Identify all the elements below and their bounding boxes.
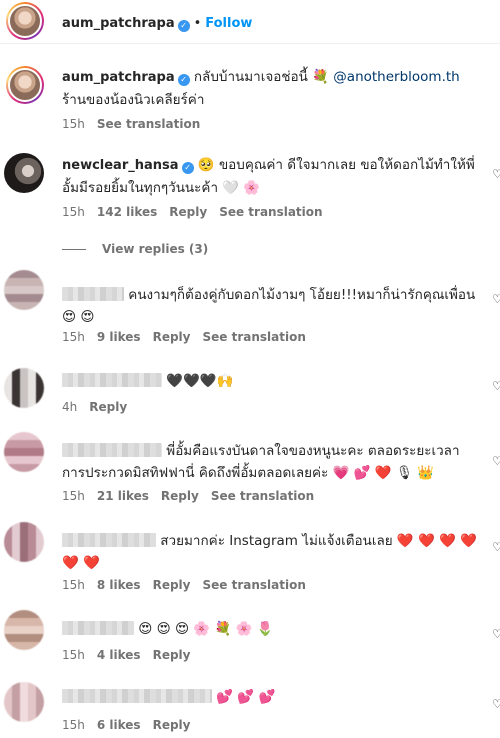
comment-text: newclear_hansa ✓ 🥺 ขอบคุณค่า ดีใจมากเลย ข… [62,157,475,196]
likes-count[interactable]: 142 likes [97,205,157,219]
comment-meta: 15h 8 likes Reply See translation [62,578,306,592]
caption-avatar[interactable] [6,66,44,104]
see-translation-button[interactable]: See translation [211,489,314,503]
redacted-username[interactable] [62,287,124,301]
like-heart-icon[interactable]: ♡ [492,380,500,392]
header-user-row: aum_patchrapa ✓ • Follow [62,12,252,32]
comment-avatar[interactable] [4,153,44,193]
see-translation-button[interactable]: See translation [202,578,305,592]
comment-text: 💕 💕 💕 [62,686,482,708]
separator-dot: • [193,16,202,31]
see-translation-button[interactable]: See translation [219,205,322,219]
likes-count[interactable]: 8 likes [97,578,141,592]
like-heart-icon[interactable]: ♡ [492,541,500,553]
comment-meta: 15h 6 likes Reply [62,718,191,732]
verified-badge-icon: ✓ [177,74,190,86]
header-username[interactable]: aum_patchrapa [62,16,175,31]
like-heart-icon[interactable]: ♡ [492,628,500,640]
post-header: aum_patchrapa ✓ • Follow [0,0,500,44]
comment-text: 🖤🖤🖤🙌 [62,370,482,392]
comment-avatar[interactable] [4,432,44,472]
caption-time: 15h [62,117,85,131]
comment-avatar[interactable] [4,270,44,310]
caption-meta: 15h See translation [62,117,212,131]
like-heart-icon[interactable]: ♡ [492,455,500,467]
verified-badge-icon: ✓ [181,162,194,174]
reply-button[interactable]: Reply [153,578,191,592]
likes-count[interactable]: 9 likes [97,330,141,344]
redacted-username[interactable] [62,533,156,547]
mention-link[interactable]: @anotherbloom.th [333,69,459,85]
comment-avatar[interactable] [4,682,44,722]
redacted-username[interactable] [62,443,162,457]
caption-username[interactable]: aum_patchrapa [62,70,175,85]
comment-meta: 15h 9 likes Reply See translation [62,330,306,344]
header-avatar[interactable] [6,2,44,40]
like-heart-icon[interactable]: ♡ [492,698,500,710]
redacted-username[interactable] [62,373,162,387]
comment-text: พี่อั้มคือแรงบันดาลใจของหนูนะคะ ตลอดระยะ… [62,443,460,481]
comment-text: 😍 😍 😍 🌸 💐 🌸 🌷 [62,618,482,640]
comment-username[interactable]: newclear_hansa [62,158,179,173]
like-heart-icon[interactable]: ♡ [492,168,500,180]
see-translation-button[interactable]: See translation [97,117,200,131]
comment-meta: 15h 4 likes Reply [62,648,191,662]
reply-button[interactable]: Reply [89,400,127,414]
see-translation-button[interactable]: See translation [202,330,305,344]
comment-avatar[interactable] [4,610,44,650]
view-replies-button[interactable]: View replies (3) [62,242,208,256]
reply-button[interactable]: Reply [169,205,207,219]
likes-count[interactable]: 4 likes [97,648,141,662]
comment-meta: 15h 21 likes Reply See translation [62,489,315,503]
comment-avatar[interactable] [4,368,44,408]
comment-meta: 4h Reply [62,400,128,414]
comment-avatar[interactable] [4,522,44,562]
redacted-username[interactable] [62,689,212,703]
reply-button[interactable]: Reply [153,718,191,732]
likes-count[interactable]: 21 likes [97,489,149,503]
like-heart-icon[interactable]: ♡ [492,293,500,305]
comment-meta: 15h 142 likes Reply See translation [62,205,323,219]
likes-count[interactable]: 6 likes [97,718,141,732]
follow-button[interactable]: Follow [205,16,252,31]
reply-button[interactable]: Reply [153,330,191,344]
reply-button[interactable]: Reply [161,489,199,503]
redacted-username[interactable] [62,621,134,635]
reply-button[interactable]: Reply [153,648,191,662]
caption-text: aum_patchrapa ✓ กลับบ้านมาเจอช่อนี้ 💐 @an… [62,69,460,108]
comment-text: สวยมากค่ะ Instagram ไม่แจ้งเตือนเลย ❤️ ❤… [62,533,478,571]
comment-text: คนงามๆก็ต้องคู่กับดอกไม้งามๆ โอ้ยย!!!หมา… [62,287,476,325]
replies-divider [62,249,86,250]
verified-badge-icon: ✓ [177,20,190,32]
